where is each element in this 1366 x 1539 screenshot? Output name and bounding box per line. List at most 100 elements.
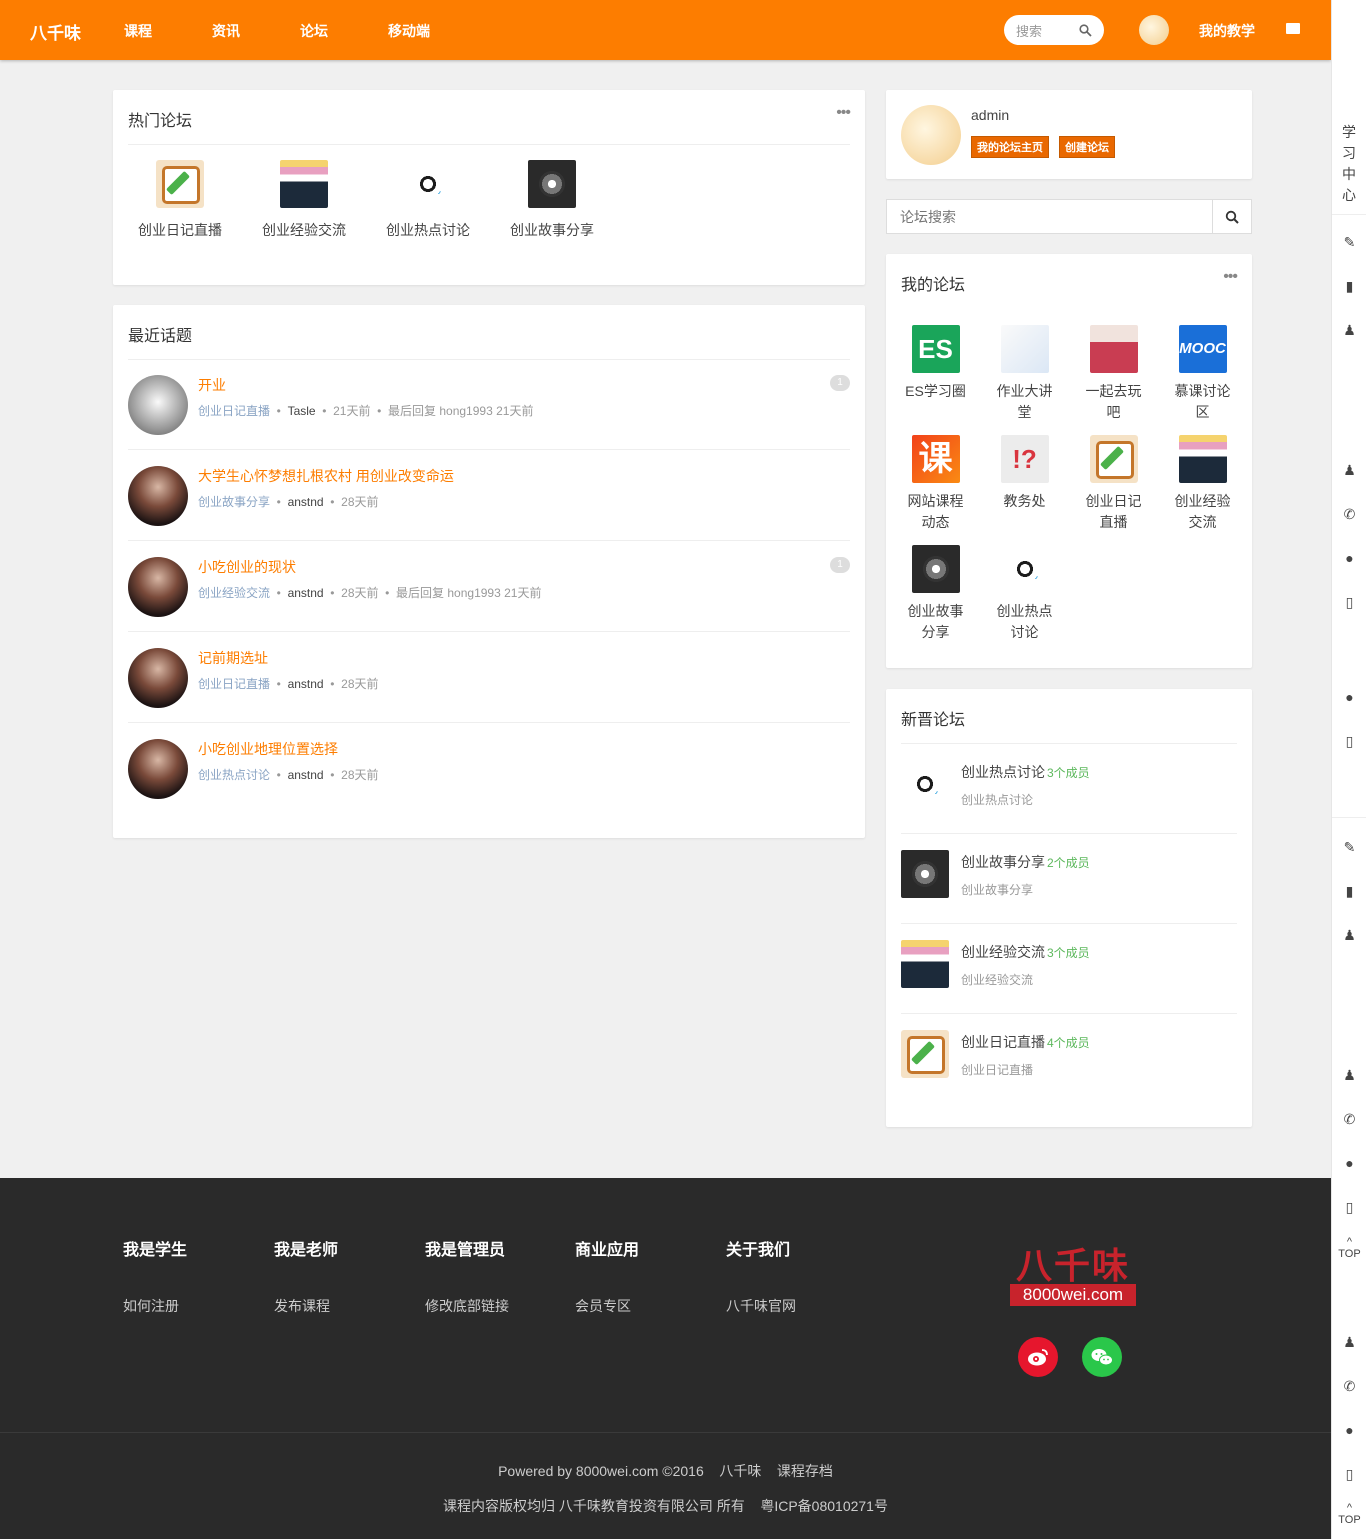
my-forum-item[interactable]: 创业经验交流 (1158, 435, 1247, 533)
topic-forum[interactable]: 创业经验交流 (198, 586, 270, 600)
my-forum-item[interactable]: 创业故事分享 (891, 545, 980, 643)
topic-forum[interactable]: 创业日记直播 (198, 677, 270, 691)
new-forum-item[interactable]: 创业热点讨论 3个成员 创业热点讨论 (901, 744, 1237, 834)
create-forum-button[interactable]: 创建论坛 (1059, 136, 1115, 158)
diary-icon (156, 160, 204, 208)
qq-icon[interactable]: ♟ (1332, 462, 1366, 479)
topic-forum[interactable]: 创业日记直播 (198, 404, 270, 418)
wechat-icon[interactable]: ● (1332, 550, 1366, 566)
book-icon[interactable]: ▮ (1332, 883, 1366, 900)
topic-title[interactable]: 开业 (198, 375, 226, 395)
avatar[interactable] (128, 739, 188, 799)
forum-name[interactable]: 创业故事分享 2个成员 (961, 852, 1090, 872)
my-forum-item[interactable]: 一起去玩吧 (1069, 325, 1158, 423)
mobile-icon[interactable]: ▯ (1332, 594, 1366, 611)
search-input[interactable]: 搜索 (1004, 15, 1104, 45)
new-forum-item[interactable]: 创业经验交流 3个成员 创业经验交流 (901, 924, 1237, 1014)
nav-forum[interactable]: 论坛 (300, 21, 328, 41)
topic-row[interactable]: 大学生心怀梦想扎根农村 用创业改变命运 创业故事分享 • anstnd • 28… (128, 450, 850, 541)
back-to-top-button[interactable]: ^ TOP (1332, 1236, 1366, 1260)
icp-link[interactable]: 粤ICP备08010271号 (760, 1498, 888, 1514)
avatar[interactable] (901, 105, 961, 165)
footer-brand-link[interactable]: 八千味 (719, 1463, 761, 1479)
hot-forum-item[interactable]: 创业热点讨论 (378, 160, 478, 240)
phone-icon[interactable]: ✆ (1332, 506, 1366, 523)
my-forum-home-button[interactable]: 我的论坛主页 (971, 136, 1049, 158)
book-icon[interactable]: ▮ (1332, 278, 1366, 295)
topic-forum[interactable]: 创业热点讨论 (198, 768, 270, 782)
topic-row[interactable]: 记前期选址 创业日记直播 • anstnd • 28天前 (128, 632, 850, 723)
forum-name[interactable]: 创业热点讨论 3个成员 (961, 762, 1090, 782)
hot-forum-item[interactable]: 创业故事分享 (502, 160, 602, 240)
footer-link[interactable]: 修改底部链接 (425, 1296, 509, 1316)
avatar[interactable] (128, 466, 188, 526)
qq-icon[interactable]: ♟ (1332, 1334, 1366, 1351)
edit-icon[interactable]: ✎ (1332, 234, 1366, 251)
avatar[interactable] (128, 648, 188, 708)
qq-icon[interactable]: ♟ (1332, 1067, 1366, 1084)
footer-link[interactable]: 会员专区 (575, 1296, 639, 1316)
mobile-icon[interactable]: ▯ (1332, 1199, 1366, 1216)
phone-icon[interactable]: ✆ (1332, 1111, 1366, 1128)
forum-search-button[interactable] (1212, 200, 1251, 233)
topic-user[interactable]: anstnd (288, 586, 324, 600)
bell-icon[interactable]: ♟ (1332, 927, 1366, 944)
my-forum-item[interactable]: 创业日记直播 (1069, 435, 1158, 533)
wechat-icon[interactable]: ● (1332, 1422, 1366, 1438)
nav-mobile[interactable]: 移动端 (388, 21, 430, 41)
study-center-link[interactable]: 学习中心 (1332, 122, 1366, 206)
more-icon[interactable]: ••• (1223, 268, 1238, 286)
my-forum-item[interactable]: 课 网站课程动态 (891, 435, 980, 533)
course-archive-link[interactable]: 课程存档 (777, 1463, 833, 1479)
footer-link[interactable]: 八千味官网 (726, 1296, 796, 1316)
forum-name[interactable]: 创业日记直播 4个成员 (961, 1032, 1090, 1052)
my-teaching-link[interactable]: 我的教学 (1199, 21, 1255, 41)
avatar[interactable] (128, 375, 188, 435)
nav-courses[interactable]: 课程 (124, 21, 152, 41)
my-forum-item[interactable]: 创业热点讨论 (980, 545, 1069, 643)
my-forum-item[interactable]: MOOC 慕课讨论区 (1158, 325, 1247, 423)
nav-news[interactable]: 资讯 (212, 21, 240, 41)
mobile-icon[interactable]: ▯ (1332, 733, 1366, 750)
mail-icon[interactable] (1286, 23, 1300, 34)
new-forum-item[interactable]: 创业故事分享 2个成员 创业故事分享 (901, 834, 1237, 924)
topic-forum[interactable]: 创业故事分享 (198, 495, 270, 509)
hot-forum-item[interactable]: 创业经验交流 (254, 160, 354, 240)
powered-by-text[interactable]: Powered by 8000wei.com ©2016 (498, 1463, 704, 1479)
footer-link[interactable]: 如何注册 (123, 1296, 187, 1316)
topic-title[interactable]: 记前期选址 (198, 648, 268, 668)
avatar[interactable] (128, 557, 188, 617)
weibo-icon[interactable] (1018, 1337, 1058, 1377)
topic-user[interactable]: anstnd (288, 495, 324, 509)
mobile-icon[interactable]: ▯ (1332, 1466, 1366, 1483)
user-avatar[interactable] (1139, 15, 1169, 45)
topic-user[interactable]: Tasle (288, 404, 316, 418)
wechat-icon[interactable]: ● (1332, 689, 1366, 705)
more-icon[interactable]: ••• (836, 104, 851, 122)
topic-row[interactable]: 小吃创业地理位置选择 创业热点讨论 • anstnd • 28天前 (128, 723, 850, 814)
footer-link[interactable]: 发布课程 (274, 1296, 338, 1316)
topic-user[interactable]: anstnd (288, 768, 324, 782)
search-icon[interactable] (1079, 23, 1092, 37)
hot-forum-item[interactable]: 创业日记直播 (130, 160, 230, 240)
back-to-top-button[interactable]: ^ TOP (1332, 1502, 1366, 1526)
topic-user[interactable]: anstnd (288, 677, 324, 691)
topic-title[interactable]: 大学生心怀梦想扎根农村 用创业改变命运 (198, 466, 454, 486)
topic-title[interactable]: 小吃创业地理位置选择 (198, 739, 338, 759)
topic-row[interactable]: 小吃创业的现状 创业经验交流 • anstnd • 28天前 • 最后回复 ho… (128, 541, 850, 632)
edit-icon[interactable]: ✎ (1332, 839, 1366, 856)
my-forum-item[interactable]: ES ES学习圈 (891, 325, 980, 402)
my-forum-item[interactable]: 作业大讲堂 (980, 325, 1069, 423)
bell-icon[interactable]: ♟ (1332, 322, 1366, 339)
site-logo[interactable]: 八千味 (30, 19, 81, 44)
right-sidebar: 学习中心 ✎ ▮ ♟ ♟ ✆ ● ▯ ● ▯ ✎ ▮ ♟ ♟ ✆ ● ▯ ^ TO… (1331, 0, 1366, 1539)
topic-title[interactable]: 小吃创业的现状 (198, 557, 296, 577)
new-forum-item[interactable]: 创业日记直播 4个成员 创业日记直播 (901, 1014, 1237, 1104)
forum-search-input[interactable] (887, 200, 1213, 233)
phone-icon[interactable]: ✆ (1332, 1378, 1366, 1395)
wechat-icon[interactable]: ● (1332, 1155, 1366, 1171)
forum-name[interactable]: 创业经验交流 3个成员 (961, 942, 1090, 962)
topic-row[interactable]: 开业 创业日记直播 • Tasle • 21天前 • 最后回复 hong1993… (128, 359, 850, 450)
my-forum-item[interactable]: !? 教务处 (980, 435, 1069, 512)
wechat-icon[interactable] (1082, 1337, 1122, 1377)
